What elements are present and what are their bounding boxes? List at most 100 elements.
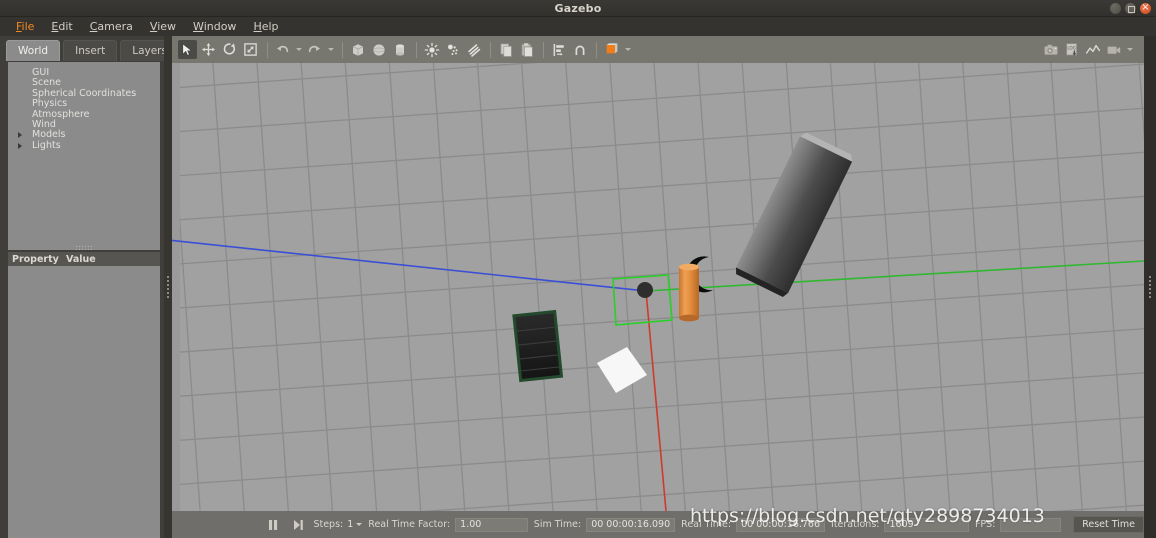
tree-item-scene-label: Scene: [32, 77, 61, 89]
toolbar-right-group: LOG: [1041, 36, 1136, 63]
chevron-down-icon[interactable]: [356, 523, 363, 526]
world-tree[interactable]: GUI Scene Spherical Coordinates Physics …: [8, 62, 160, 250]
orange-cylinder: [679, 263, 699, 322]
menu-file[interactable]: File: [8, 18, 43, 35]
editor-toolbar: LOG: [172, 36, 1144, 63]
undo-dropdown-icon[interactable]: [294, 40, 303, 59]
splitter-grip-icon: [1149, 276, 1151, 298]
video-record-icon[interactable]: [1104, 40, 1123, 59]
tree-item-atmosphere-label: Atmosphere: [32, 108, 90, 120]
steps-value: 1: [347, 519, 354, 530]
plot-icon[interactable]: [1083, 40, 1102, 59]
solar-panel-box: [512, 309, 564, 383]
menu-view[interactable]: View: [142, 18, 185, 35]
tab-insert[interactable]: Insert: [63, 40, 118, 61]
menu-window[interactable]: Window: [185, 18, 245, 35]
pause-button[interactable]: [263, 515, 282, 535]
left-panel-tabs: World Insert Layers: [6, 40, 179, 61]
point-light-icon[interactable]: [422, 40, 441, 59]
iterations-value: 1609: [884, 517, 969, 532]
chevron-right-icon[interactable]: [18, 132, 22, 139]
value-column-header: Value: [66, 253, 96, 265]
real-time-factor-value: 1.00: [455, 517, 528, 532]
copy-icon[interactable]: [496, 40, 515, 59]
toolbar-separator: [267, 41, 268, 58]
spot-light-icon[interactable]: [443, 40, 462, 59]
property-column-header: Property: [12, 253, 59, 265]
reset-time-button[interactable]: Reset Time: [1073, 516, 1144, 533]
svg-text:LOG: LOG: [1067, 45, 1075, 50]
minimize-button[interactable]: [1110, 3, 1121, 14]
fps-label: FPS:: [974, 519, 996, 530]
align-icon[interactable]: [549, 40, 568, 59]
right-splitter[interactable]: [1144, 36, 1156, 538]
menubar: File Edit Camera View Window Help: [0, 17, 1156, 36]
step-button[interactable]: [289, 515, 308, 535]
menu-camera-rest: amera: [97, 20, 133, 33]
3d-viewport[interactable]: [172, 63, 1144, 511]
tree-item-wind[interactable]: Wind: [8, 118, 160, 130]
menu-help[interactable]: Help: [245, 18, 287, 35]
tree-item-lights[interactable]: Lights: [8, 139, 160, 151]
menu-window-rest: indow: [203, 20, 237, 33]
sim-time-label: Sim Time:: [533, 519, 582, 530]
box-icon[interactable]: [348, 40, 367, 59]
tree-item-atmosphere[interactable]: Atmosphere: [8, 108, 160, 120]
property-table-header: Property Value: [8, 252, 160, 266]
toolbar-separator: [342, 41, 343, 58]
rotate-mode-icon[interactable]: [220, 40, 239, 59]
real-time-label: Real Time:: [681, 519, 732, 530]
scale-mode-icon[interactable]: [241, 40, 260, 59]
select-mode-icon[interactable]: [178, 40, 197, 59]
fps-value: [1000, 517, 1062, 532]
toolbar-separator: [416, 41, 417, 58]
tab-world[interactable]: World: [6, 40, 61, 61]
steps-label: Steps:: [313, 519, 344, 530]
toolbar-separator: [490, 41, 491, 58]
steps-stepper[interactable]: 1: [347, 519, 363, 530]
toolbar-separator: [596, 41, 597, 58]
splitter-grip-icon: [167, 276, 169, 298]
menu-help-rest: elp: [261, 20, 279, 33]
snap-icon[interactable]: [570, 40, 589, 59]
property-table-body[interactable]: [8, 266, 160, 538]
maximize-button[interactable]: [1125, 3, 1136, 14]
change-view-icon[interactable]: [602, 40, 621, 59]
change-view-dropdown-icon[interactable]: [623, 40, 632, 59]
paste-icon[interactable]: [517, 40, 536, 59]
origin-sphere: [637, 282, 653, 298]
window-title: Gazebo: [554, 2, 602, 15]
menu-edit-rest: dit: [58, 20, 73, 33]
undo-icon[interactable]: [273, 40, 292, 59]
real-time-value: 00 00:00:16.766: [736, 517, 826, 532]
screenshot-icon[interactable]: [1041, 40, 1060, 59]
close-button[interactable]: [1140, 2, 1151, 14]
cylinder-icon[interactable]: [390, 40, 409, 59]
gazebo-window: Gazebo File Edit Camera View Window Help…: [0, 0, 1156, 538]
tree-item-spherical-coordinates[interactable]: Spherical Coordinates: [8, 88, 160, 99]
tree-item-wind-label: Wind: [32, 118, 56, 130]
menu-edit[interactable]: Edit: [43, 18, 81, 35]
tree-item-models-label: Models: [32, 129, 66, 141]
iterations-label: Iterations:: [831, 519, 880, 530]
translate-mode-icon[interactable]: [199, 40, 218, 59]
real-time-factor-label: Real Time Factor:: [368, 519, 451, 530]
chevron-right-icon[interactable]: [18, 142, 22, 149]
log-record-icon[interactable]: LOG: [1062, 40, 1081, 59]
left-splitter[interactable]: [164, 36, 172, 538]
sim-time-value: 00 00:00:16.090: [586, 517, 676, 532]
menu-camera[interactable]: Camera: [82, 18, 142, 35]
tree-item-gui-label: GUI: [32, 67, 50, 78]
menu-view-rest: iew: [157, 20, 177, 33]
tree-item-gui[interactable]: GUI: [8, 67, 160, 78]
titlebar: Gazebo: [0, 0, 1156, 17]
redo-icon[interactable]: [305, 40, 324, 59]
panel-resize-handle[interactable]: [75, 245, 93, 250]
menu-file-rest: ile: [21, 20, 35, 33]
tree-item-models[interactable]: Models: [8, 130, 160, 140]
video-record-dropdown-icon[interactable]: [1125, 40, 1134, 59]
redo-dropdown-icon[interactable]: [326, 40, 335, 59]
sphere-icon[interactable]: [369, 40, 388, 59]
tree-item-lights-label: Lights: [32, 139, 61, 151]
directional-light-icon[interactable]: [464, 40, 483, 59]
